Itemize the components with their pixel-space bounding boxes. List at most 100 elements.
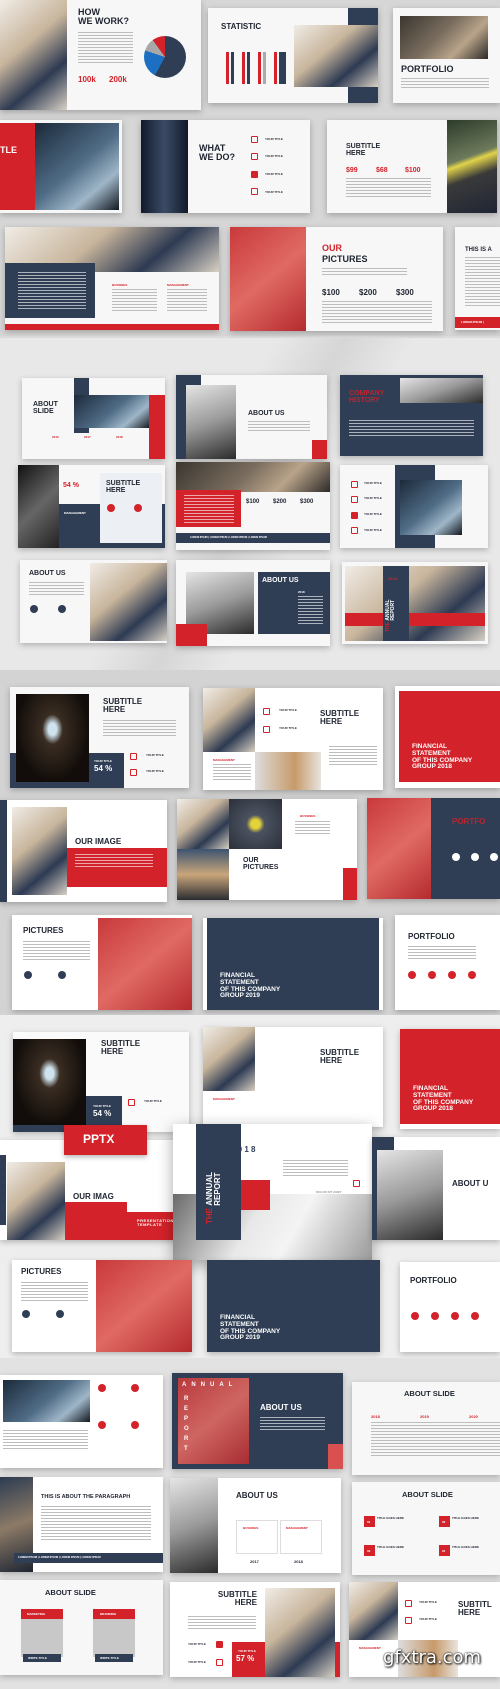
slide-annual-about: ANNUAL REPORT ABOUT US (172, 1373, 343, 1469)
bar-chart-graphic (226, 52, 286, 84)
slide-pictures-copy: PICTURES (12, 1260, 192, 1352)
icon (471, 853, 479, 861)
slide-about-slide-years: ABOUT SLIDE 2018 2019 2020 (352, 1382, 500, 1475)
graph-icon (351, 496, 358, 503)
text-lines (188, 1616, 256, 1630)
section-3: SUBTITLE HERE YOUR TITLE 54 % YOUR TITLE… (0, 670, 500, 1015)
photo (98, 918, 192, 1010)
slide-about-u: ABOUT U (372, 1137, 500, 1240)
slide-title: ABOUT SLIDE (33, 401, 58, 416)
photo (447, 120, 497, 213)
year: 2016 (52, 435, 59, 439)
icon (452, 853, 460, 861)
text-lines (78, 32, 133, 64)
slide-title: FINANCIAL STATEMENT OF THIS COMPANY GROU… (413, 1085, 474, 1113)
slide-title: ABOUT SLIDE (45, 1588, 96, 1597)
slide-company-history: COMPANY HISTORY (340, 375, 483, 456)
title-annual-report: ANNUAL REPORT (205, 1171, 222, 1206)
slide-title: ABOUT US (248, 410, 285, 417)
photo (345, 566, 485, 641)
clock-icon (58, 971, 66, 979)
slide-title: COMPANY HISTORY (349, 390, 385, 405)
slide-title: WHAT WE DO? (199, 143, 235, 163)
button-label: WRITE TITLE (28, 1656, 47, 1660)
item-title: YOUR TITLE (146, 769, 164, 773)
label: BUSSINES (300, 814, 316, 818)
slide-title: PICTURES (21, 1267, 62, 1276)
chart-icon (353, 1180, 360, 1187)
text-lines (103, 720, 176, 736)
photo (294, 25, 378, 87)
red-square (240, 1180, 270, 1210)
slide-title: OUR IMAG (73, 1192, 114, 1201)
slide-title: SUBTITLE HERE (103, 697, 143, 715)
slide-title-crop: TLE (0, 120, 122, 213)
slide-portfolio-red: PORTFO (367, 798, 500, 899)
slide-portfolio-copy: PORTFOLIO (400, 1262, 500, 1352)
slide-financial-2019-copy: FINANCIAL STATEMENT OF THIS COMPANY GROU… (207, 1260, 380, 1352)
folder-icon (216, 1641, 223, 1648)
graph-icon (130, 769, 137, 776)
price: $99 (346, 167, 358, 174)
folder-icon (451, 1312, 459, 1320)
photo (3, 1380, 90, 1422)
slide-title: THIS IS ABOUT THE PARAGRAPH (41, 1494, 131, 1500)
slide-what-we-do: WHAT WE DO? YOUR TITLE YOUR TITLE YOUR T… (141, 120, 310, 213)
slide-subtitle-prices: SUBTITLE HERE $99 $68 $100 (327, 120, 497, 213)
photo (0, 0, 67, 110)
card-title: MARKETING (27, 1612, 46, 1616)
price: $200 (273, 499, 287, 505)
item-title: YOUR TITLE (364, 496, 382, 500)
item-title: YOUR TITLE (144, 1099, 162, 1103)
percent: 54 % (93, 1109, 112, 1118)
folder-icon (448, 971, 456, 979)
text-lines (260, 1417, 325, 1431)
button-label: WRITE TITLE (100, 1656, 119, 1660)
slide-portfolio: PORTFOLIO (393, 8, 500, 103)
footer-text: LOREM IPSUM | LOREM IPSUM | LOREM IPSUM … (18, 1556, 101, 1559)
slide-title: PORTFOLIO (401, 64, 454, 74)
item-title: YOUR TITLE (419, 1617, 437, 1621)
red-block (149, 395, 165, 459)
clock-icon (56, 1310, 64, 1318)
slide-how-we-work: HOW WE WORK? 100k 200k (0, 0, 201, 110)
item-title: TITLE GOES HERE (377, 1545, 405, 1549)
slide-about-us-cols: ABOUT US BUSSINES MANAGEMENT 2017 2018 (170, 1478, 341, 1573)
graph-icon (251, 153, 258, 160)
slide-title: PORTFOLIO (408, 932, 455, 941)
percent: 54 % (94, 764, 113, 773)
slide-title: SUBTITLE HERE (320, 709, 360, 727)
slide-prices: $100 $200 $300 LOREM IPSUM | LOREM IPSUM… (176, 462, 330, 550)
photo (229, 799, 282, 849)
item-title: YOUR TITLE (265, 137, 283, 141)
photo (177, 849, 229, 900)
chart-icon (408, 971, 416, 979)
text-lines (371, 1422, 500, 1457)
icon (98, 1384, 106, 1392)
slide-title: PORTFOLIO (410, 1276, 457, 1285)
text-lines (75, 854, 153, 868)
number: 03 (367, 1549, 371, 1553)
photo (12, 807, 67, 895)
item-title: YOUR TITLE (279, 708, 297, 712)
stat-200k: 200k (109, 75, 127, 84)
text-lines (41, 1506, 151, 1540)
slide-title: ABOUT US (262, 577, 299, 584)
folder-icon (251, 171, 258, 178)
slide-title: SUBTITLE HERE (101, 1039, 141, 1057)
vertical-report: REPORT (184, 1396, 189, 1452)
item-title: TITLE GOES HERE (452, 1516, 480, 1520)
slide-title: SUBTITLE HERE (106, 480, 141, 495)
column-label: MANAGEMENT (286, 1526, 308, 1530)
slide-about-slide: ABOUT SLIDE 2016 2017 2018 (22, 378, 165, 459)
year: 2018 (388, 576, 397, 581)
report-icon (216, 1659, 223, 1666)
item-title: YOUR TITLE (364, 481, 382, 485)
price: $100 (322, 288, 340, 297)
slide-title: SUBTITLE HERE (320, 1048, 360, 1066)
text-lines (184, 495, 234, 523)
text-lines (465, 257, 500, 307)
card-title: BRANDING (100, 1612, 117, 1616)
text-lines (329, 746, 377, 766)
graph-icon (405, 1617, 412, 1624)
